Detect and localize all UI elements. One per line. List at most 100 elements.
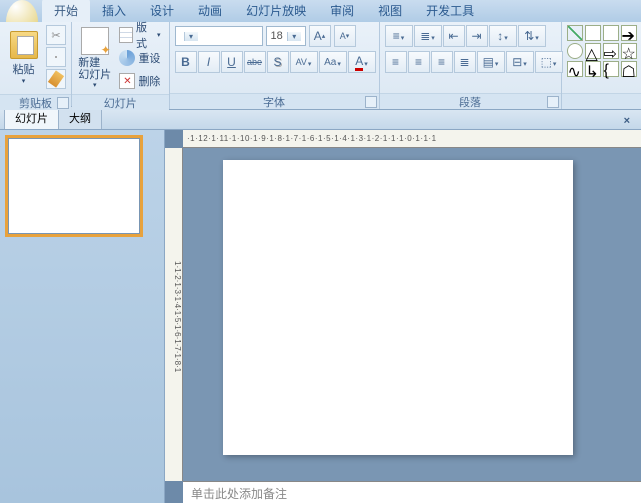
shape-connector-icon[interactable]: ↳ xyxy=(585,61,601,77)
shape-rect-icon[interactable] xyxy=(585,25,601,41)
brush-icon xyxy=(48,70,64,87)
font-size-combo[interactable]: 18 xyxy=(266,26,306,46)
align-left-icon: ≡ xyxy=(392,55,399,69)
shape-brace-icon[interactable]: { xyxy=(603,61,619,77)
bullets-icon: ≡ xyxy=(393,29,400,43)
delete-icon xyxy=(119,73,135,89)
tab-review[interactable]: 审阅 xyxy=(318,0,366,22)
shape-callout-icon[interactable]: ☖ xyxy=(621,61,637,77)
align-center-icon: ≡ xyxy=(415,55,422,69)
shape-triangle-icon[interactable]: △ xyxy=(585,43,601,59)
decrease-indent-button[interactable]: ⇤ xyxy=(443,25,465,47)
shape-star-icon[interactable]: ☆ xyxy=(621,43,637,59)
vertical-ruler[interactable]: 1·1·2·1·3·1·4·1·5·1·6·1·7·1·8·1 xyxy=(165,148,183,481)
shape-curve-icon[interactable]: ∿ xyxy=(567,61,583,77)
reset-icon xyxy=(119,50,135,66)
increase-indent-button[interactable]: ⇥ xyxy=(466,25,488,47)
cut-button[interactable]: ✂ xyxy=(46,25,66,45)
align-text-button[interactable]: ⊟ xyxy=(506,51,534,73)
align-center-button[interactable]: ≡ xyxy=(408,51,430,73)
ribbon: 粘贴 ▾ ✂ 剪贴板 新建 幻灯片 ▾ 版式▾ 重设 删除 幻灯片 xyxy=(0,22,641,110)
underline-button[interactable]: U xyxy=(221,51,243,73)
workspace: 1 ·1·12·1·11·1·10·1·9·1·8·1·7·1·6·1·5·1·… xyxy=(0,130,641,503)
reset-button[interactable]: 重设 xyxy=(116,48,163,68)
tab-developer[interactable]: 开发工具 xyxy=(414,0,486,22)
tab-view[interactable]: 视图 xyxy=(366,0,414,22)
notes-pane[interactable]: 单击此处添加备注 xyxy=(183,481,641,503)
italic-button[interactable]: I xyxy=(198,51,220,73)
text-direction-icon: ⇅ xyxy=(524,29,534,43)
menu-bar: 开始 插入 设计 动画 幻灯片放映 审阅 视图 开发工具 xyxy=(0,0,641,22)
paste-icon xyxy=(10,31,38,59)
layout-icon xyxy=(119,27,133,43)
smartart-button[interactable]: ⬚ xyxy=(535,51,563,73)
paragraph-launcher[interactable] xyxy=(547,96,559,108)
font-name-combo[interactable] xyxy=(175,26,263,46)
smartart-icon: ⬚ xyxy=(541,55,552,69)
tab-animation[interactable]: 动画 xyxy=(186,0,234,22)
change-case-button[interactable]: Aa xyxy=(319,51,347,73)
paste-label: 粘贴 xyxy=(13,61,35,77)
clipboard-launcher[interactable] xyxy=(57,97,69,109)
clipboard-label: 剪贴板 xyxy=(19,95,52,111)
tab-insert[interactable]: 插入 xyxy=(90,0,138,22)
font-label: 字体 xyxy=(263,94,285,110)
font-launcher[interactable] xyxy=(365,96,377,108)
shape-oval-icon[interactable] xyxy=(567,43,583,59)
shape-line-icon[interactable] xyxy=(567,25,583,41)
copy-button[interactable] xyxy=(46,47,66,67)
new-slide-icon xyxy=(81,27,109,55)
copy-icon xyxy=(55,56,57,58)
justify-icon: ≣ xyxy=(459,55,469,69)
text-direction-button[interactable]: ⇅ xyxy=(518,25,546,47)
new-slide-button[interactable]: 新建 幻灯片 ▾ xyxy=(77,25,112,91)
new-slide-label: 新建 幻灯片 xyxy=(78,57,111,81)
numbering-icon: ≣ xyxy=(420,29,430,43)
font-color-button[interactable]: A xyxy=(348,51,376,73)
shape-arrow2-icon[interactable]: ⇨ xyxy=(603,43,619,59)
shape-arrow-icon[interactable]: ➔ xyxy=(621,25,637,41)
align-left-button[interactable]: ≡ xyxy=(385,51,407,73)
align-text-icon: ⊟ xyxy=(512,55,522,69)
align-right-icon: ≡ xyxy=(438,55,445,69)
office-button[interactable] xyxy=(6,0,38,22)
columns-button[interactable]: ▤ xyxy=(477,51,505,73)
cut-icon: ✂ xyxy=(51,29,60,42)
columns-icon: ▤ xyxy=(483,55,494,69)
grow-font-button[interactable]: A▴ xyxy=(309,25,331,47)
justify-button[interactable]: ≣ xyxy=(454,51,476,73)
shapes-gallery[interactable]: ➔ △ ⇨ ☆ ∿ ↳ { ☖ xyxy=(567,25,637,77)
thumbnail-pane[interactable]: 1 xyxy=(0,130,165,503)
tab-home[interactable]: 开始 xyxy=(42,0,90,22)
layout-button[interactable]: 版式▾ xyxy=(116,25,163,45)
indent-icon: ⇥ xyxy=(471,29,481,43)
group-clipboard: 粘贴 ▾ ✂ 剪贴板 xyxy=(0,22,72,109)
shrink-font-button[interactable]: A▾ xyxy=(334,25,356,47)
slide-number: 1 xyxy=(0,139,1,150)
horizontal-ruler[interactable]: ·1·12·1·11·1·10·1·9·1·8·1·7·1·6·1·5·1·4·… xyxy=(183,130,641,148)
bold-button[interactable]: B xyxy=(175,51,197,73)
strike-button[interactable]: abe xyxy=(244,51,266,73)
group-drawing: ➔ △ ⇨ ☆ ∿ ↳ { ☖ xyxy=(562,22,641,109)
bullets-button[interactable]: ≡ xyxy=(385,25,413,47)
format-painter-button[interactable] xyxy=(46,69,66,89)
shape-rect2-icon[interactable] xyxy=(603,25,619,41)
group-font: 18 A▴ A▾ B I U abe S AV Aa A 字体 xyxy=(170,22,380,109)
delete-button[interactable]: 删除 xyxy=(116,71,163,91)
slide-thumbnail[interactable]: 1 xyxy=(8,138,140,234)
shadow-button[interactable]: S xyxy=(267,51,289,73)
group-slides: 新建 幻灯片 ▾ 版式▾ 重设 删除 幻灯片 xyxy=(72,22,170,109)
paste-button[interactable]: 粘贴 ▾ xyxy=(5,25,42,91)
line-spacing-button[interactable]: ↕ xyxy=(489,25,517,47)
numbering-button[interactable]: ≣ xyxy=(414,25,442,47)
edit-area: ·1·12·1·11·1·10·1·9·1·8·1·7·1·6·1·5·1·4·… xyxy=(165,130,641,503)
slide-canvas-area[interactable] xyxy=(183,148,641,481)
outdent-icon: ⇤ xyxy=(448,29,458,43)
align-right-button[interactable]: ≡ xyxy=(431,51,453,73)
tab-slideshow[interactable]: 幻灯片放映 xyxy=(234,0,318,22)
paragraph-label: 段落 xyxy=(459,94,481,110)
slide-canvas[interactable] xyxy=(223,160,573,455)
char-spacing-button[interactable]: AV xyxy=(290,51,318,73)
pane-close-button[interactable]: × xyxy=(619,113,635,129)
slides-label: 幻灯片 xyxy=(104,95,137,111)
